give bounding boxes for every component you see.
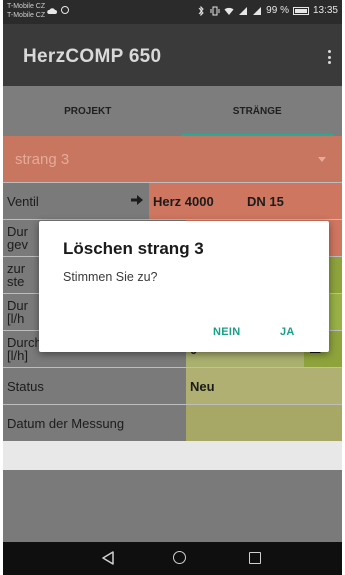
date-label: Datum der Messung	[3, 405, 186, 441]
tab-bar: PROJEKT STRÄNGE	[3, 86, 342, 136]
wifi-icon	[224, 7, 234, 15]
overflow-menu-icon[interactable]	[324, 50, 334, 64]
dialog-title: Löschen strang 3	[63, 239, 204, 258]
vibrate-icon	[210, 6, 220, 15]
row2-label-2: gev	[7, 237, 28, 252]
app-toolbar: HerzCOMP 650	[3, 24, 342, 86]
ventil-type: Herz 4000	[153, 193, 214, 209]
ventil-label-text: Ventil	[7, 193, 39, 209]
home-icon[interactable]	[173, 551, 186, 564]
flow-actual-label-2: [l/h]	[7, 348, 28, 363]
battery-icon	[292, 6, 309, 15]
ventil-value: Herz 4000 DN 15	[149, 183, 342, 219]
row4-label-2: [l/h	[7, 311, 25, 326]
status-value: Neu	[186, 368, 342, 404]
system-nav-bar	[3, 542, 342, 575]
carrier-1: T-Mobile CZ	[7, 3, 46, 10]
row-date[interactable]: Datum der Messung	[3, 404, 342, 441]
strang-dropdown[interactable]: strang 3	[3, 136, 342, 182]
battery-percent: 99 %	[266, 5, 289, 16]
row-status[interactable]: Status Neu	[3, 367, 342, 404]
empty-area	[3, 470, 342, 542]
tab-straenge[interactable]: STRÄNGE	[173, 86, 343, 136]
no-button[interactable]: NEIN	[213, 326, 240, 338]
back-icon[interactable]	[101, 551, 115, 565]
status-right: 99 % 13:35	[196, 5, 338, 16]
phone-screen: T-Mobile CZ T-Mobile CZ 99 % 13:35 HerzC…	[3, 0, 342, 575]
cloud-icon	[47, 8, 57, 14]
ventil-label: Ventil	[3, 183, 149, 219]
ventil-dn: DN 15	[247, 193, 284, 209]
app-title: HerzCOMP 650	[23, 46, 162, 67]
row-ventil[interactable]: Ventil Herz 4000 DN 15	[3, 182, 342, 219]
tab-projekt[interactable]: PROJEKT	[3, 86, 173, 136]
dialog-message: Stimmen Sie zu?	[63, 270, 158, 284]
strang-dropdown-value: strang 3	[15, 151, 70, 168]
date-value	[186, 405, 342, 441]
bluetooth-icon	[198, 5, 204, 16]
caret-down-icon	[318, 157, 326, 162]
carrier-2: T-Mobile CZ	[7, 12, 46, 19]
signal-icon	[239, 6, 248, 15]
row3-label-2: ste	[7, 274, 25, 289]
yes-button[interactable]: JA	[280, 326, 295, 338]
status-label: Status	[3, 368, 186, 404]
status-bar: T-Mobile CZ T-Mobile CZ 99 % 13:35	[3, 0, 342, 24]
sync-icon	[61, 6, 69, 14]
arrow-right-icon	[131, 195, 143, 205]
carrier-info: T-Mobile CZ T-Mobile CZ	[7, 2, 45, 20]
confirm-delete-dialog: Löschen strang 3 Stimmen Sie zu? NEIN JA	[39, 221, 329, 352]
clock: 13:35	[312, 5, 338, 16]
signal-icon-2	[253, 6, 262, 15]
recents-icon[interactable]	[249, 552, 261, 564]
